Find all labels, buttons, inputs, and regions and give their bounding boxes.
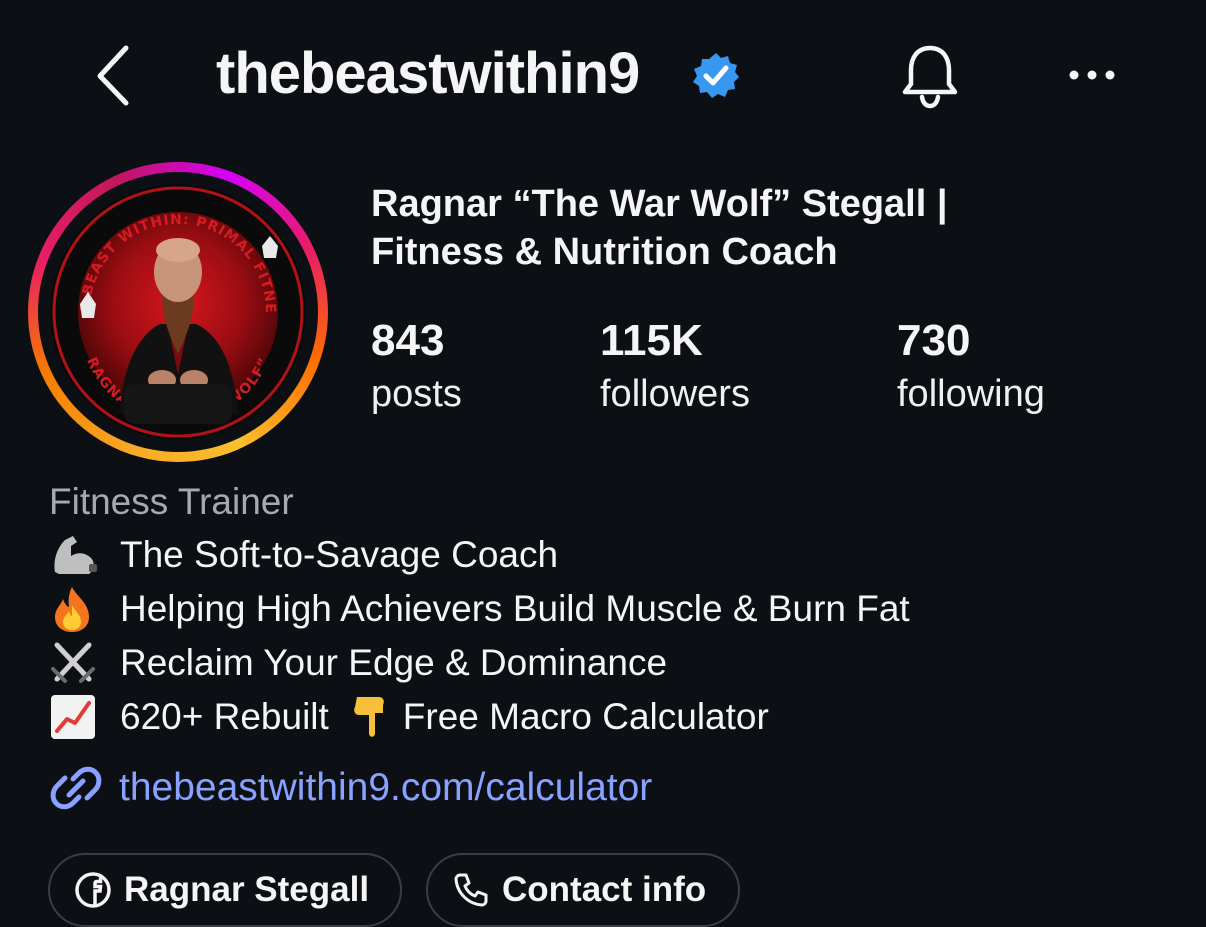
bio-link-text: thebeastwithin9.com/calculator	[119, 766, 653, 809]
profile-username: thebeastwithin9	[216, 41, 640, 106]
more-horizontal-icon	[1069, 70, 1115, 80]
followers-label: followers	[600, 373, 750, 415]
bio-text: Reclaim Your Edge & Dominance	[120, 642, 668, 683]
crossed-swords-icon	[49, 639, 105, 687]
following-stat[interactable]: 730 following	[897, 312, 1045, 418]
more-options-button[interactable]	[1065, 55, 1125, 95]
bio-text: The Soft-to-Savage Coach	[120, 534, 559, 575]
profile-category: Fitness Trainer	[49, 481, 294, 522]
bio-line: 620+ Rebuilt Free Macro Calculator	[49, 690, 769, 744]
full-name-line-1: Ragnar “The War Wolf” Stegall |	[371, 183, 948, 225]
bio-text: 620+ Rebuilt	[120, 696, 329, 737]
facebook-button-label: Ragnar Stegall	[124, 870, 370, 909]
avatar-image: THE BEAST WITHIN: PRIMAL FITNESS RAGNAR …	[50, 184, 306, 440]
posts-stat[interactable]: 843 posts	[371, 312, 462, 418]
verified-badge-icon	[693, 53, 739, 98]
posts-count: 843	[371, 316, 445, 365]
phone-icon	[452, 871, 490, 909]
link-icon	[50, 766, 102, 810]
followers-count: 115K	[600, 316, 703, 365]
following-count: 730	[897, 316, 971, 365]
flexed-biceps-icon	[49, 531, 105, 579]
chevron-left-icon	[97, 45, 129, 106]
bio-text: Helping High Achievers Build Muscle & Bu…	[120, 588, 910, 629]
bio-line: The Soft-to-Savage Coach	[49, 528, 558, 582]
avatar: THE BEAST WITHIN: PRIMAL FITNESS RAGNAR …	[50, 184, 306, 440]
pointing-down-icon	[349, 693, 397, 741]
facebook-profile-button[interactable]: Ragnar Stegall	[48, 853, 402, 927]
bio-text: Free Macro Calculator	[402, 696, 769, 737]
profile-avatar-story-ring[interactable]: THE BEAST WITHIN: PRIMAL FITNESS RAGNAR …	[28, 162, 328, 462]
facebook-icon	[74, 871, 112, 909]
back-button[interactable]	[88, 40, 148, 110]
bio-line: Reclaim Your Edge & Dominance	[49, 636, 667, 690]
posts-label: posts	[371, 373, 462, 415]
contact-button-label: Contact info	[502, 870, 707, 909]
chart-increasing-icon	[49, 693, 105, 741]
following-label: following	[897, 373, 1045, 415]
full-name-line-2: Fitness & Nutrition Coach	[371, 231, 838, 273]
bio-line: Helping High Achievers Build Muscle & Bu…	[49, 582, 910, 636]
followers-stat[interactable]: 115K followers	[600, 312, 750, 418]
bio-link[interactable]: thebeastwithin9.com/calculator	[49, 760, 652, 816]
top-navigation-bar: thebeastwithin9	[0, 0, 1206, 150]
notifications-button[interactable]	[895, 40, 965, 112]
bell-icon	[902, 45, 958, 109]
fire-icon	[49, 585, 105, 633]
contact-info-button[interactable]: Contact info	[426, 853, 740, 927]
profile-full-name: Ragnar “The War Wolf” Stegall | Fitness …	[371, 180, 1071, 276]
